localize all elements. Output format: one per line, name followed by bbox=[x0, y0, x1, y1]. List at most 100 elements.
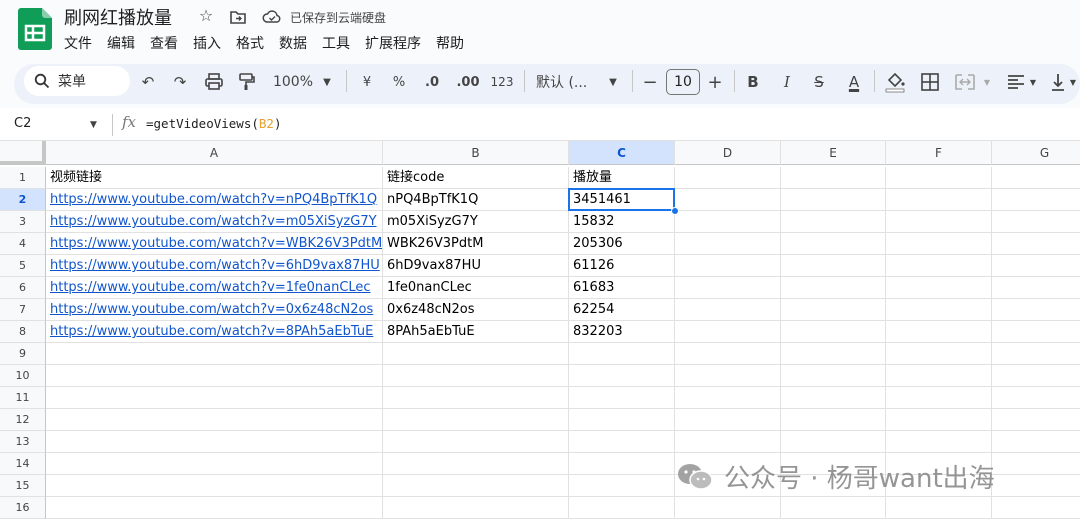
row-header[interactable]: 3 bbox=[0, 211, 46, 233]
font-family-select[interactable]: 默认 (... bbox=[536, 70, 596, 94]
cell[interactable] bbox=[675, 387, 781, 409]
cell[interactable] bbox=[675, 233, 781, 255]
column-header-g[interactable]: G bbox=[992, 141, 1080, 165]
row-header[interactable]: 7 bbox=[0, 299, 46, 321]
cell[interactable] bbox=[781, 387, 886, 409]
cell[interactable] bbox=[781, 233, 886, 255]
menu-insert[interactable]: 插入 bbox=[193, 33, 228, 55]
folder-move-icon[interactable] bbox=[229, 8, 247, 26]
column-header-c[interactable]: C bbox=[569, 141, 675, 165]
cell[interactable] bbox=[886, 365, 992, 387]
strikethrough-button[interactable]: S bbox=[810, 70, 828, 94]
paint-format-icon[interactable] bbox=[236, 70, 256, 94]
fill-color-icon[interactable] bbox=[884, 70, 906, 94]
cell[interactable] bbox=[675, 211, 781, 233]
row-header[interactable]: 4 bbox=[0, 233, 46, 255]
cell[interactable] bbox=[886, 409, 992, 431]
chevron-down-icon[interactable]: ▼ bbox=[1068, 70, 1078, 94]
cell[interactable] bbox=[781, 299, 886, 321]
cloud-saved-icon[interactable] bbox=[262, 8, 282, 26]
cell[interactable] bbox=[675, 321, 781, 343]
cell[interactable] bbox=[46, 475, 383, 497]
name-box[interactable]: C2 bbox=[14, 116, 31, 131]
cell[interactable] bbox=[992, 233, 1080, 255]
text-color-button[interactable]: A bbox=[842, 70, 866, 94]
cell[interactable] bbox=[569, 431, 675, 453]
align-left-icon[interactable] bbox=[1006, 70, 1026, 94]
sheets-logo-icon[interactable] bbox=[18, 8, 52, 50]
cell-views[interactable]: 3451461 bbox=[569, 189, 675, 211]
formula-input[interactable]: =getVideoViews(B2) bbox=[146, 116, 281, 131]
bold-button[interactable]: B bbox=[744, 70, 762, 94]
cell[interactable] bbox=[383, 497, 569, 519]
cell[interactable] bbox=[569, 497, 675, 519]
cell[interactable] bbox=[383, 453, 569, 475]
print-icon[interactable] bbox=[204, 70, 224, 94]
cell[interactable] bbox=[886, 277, 992, 299]
borders-icon[interactable] bbox=[920, 70, 940, 94]
cell-views[interactable]: 205306 bbox=[569, 233, 675, 255]
menu-data[interactable]: 数据 bbox=[279, 33, 314, 55]
currency-format-button[interactable]: ¥ bbox=[358, 70, 376, 94]
menu-help[interactable]: 帮助 bbox=[436, 33, 471, 55]
cell-video-link[interactable]: https://www.youtube.com/watch?v=0x6z48cN… bbox=[46, 299, 383, 321]
cell[interactable] bbox=[886, 211, 992, 233]
cell[interactable] bbox=[992, 387, 1080, 409]
cell[interactable] bbox=[992, 475, 1080, 497]
row-header[interactable]: 10 bbox=[0, 365, 46, 387]
cell-link-code[interactable]: m05XiSyzG7Y bbox=[383, 211, 569, 233]
fill-handle[interactable] bbox=[671, 207, 679, 215]
document-title[interactable]: 刷网红播放量 bbox=[64, 4, 172, 30]
undo-icon[interactable]: ↶ bbox=[138, 70, 158, 94]
row-header[interactable]: 15 bbox=[0, 475, 46, 497]
chevron-down-icon[interactable]: ▼ bbox=[320, 70, 334, 94]
cell-video-link[interactable]: https://www.youtube.com/watch?v=nPQ4BpTf… bbox=[46, 189, 383, 211]
number-format-button[interactable]: 123 bbox=[490, 70, 514, 94]
cell-link-code[interactable]: 8PAh5aEbTuE bbox=[383, 321, 569, 343]
cell[interactable] bbox=[675, 299, 781, 321]
cell[interactable] bbox=[675, 277, 781, 299]
cell[interactable] bbox=[886, 321, 992, 343]
menu-tools[interactable]: 工具 bbox=[322, 33, 357, 55]
star-icon[interactable]: ☆ bbox=[197, 7, 215, 25]
cell-video-link[interactable]: https://www.youtube.com/watch?v=1fe0nanC… bbox=[46, 277, 383, 299]
cell[interactable] bbox=[781, 409, 886, 431]
cell[interactable] bbox=[992, 167, 1080, 189]
cell[interactable] bbox=[992, 431, 1080, 453]
cell[interactable] bbox=[886, 343, 992, 365]
cell[interactable] bbox=[675, 365, 781, 387]
cell-video-link[interactable]: https://www.youtube.com/watch?v=6hD9vax8… bbox=[46, 255, 383, 277]
cell[interactable] bbox=[781, 343, 886, 365]
decrease-font-size-button[interactable]: − bbox=[642, 70, 658, 94]
row-header[interactable]: 5 bbox=[0, 255, 46, 277]
cell[interactable] bbox=[992, 365, 1080, 387]
vertical-align-icon[interactable] bbox=[1050, 70, 1066, 94]
column-header-e[interactable]: E bbox=[781, 141, 886, 165]
chevron-down-icon[interactable]: ▼ bbox=[90, 120, 97, 130]
cell[interactable] bbox=[886, 299, 992, 321]
font-size-input[interactable]: 10 bbox=[666, 69, 700, 95]
cell[interactable] bbox=[675, 255, 781, 277]
chevron-down-icon[interactable]: ▼ bbox=[606, 70, 620, 94]
row-header[interactable]: 16 bbox=[0, 497, 46, 519]
decrease-decimal-button[interactable]: .0 bbox=[420, 70, 444, 94]
cell[interactable] bbox=[569, 453, 675, 475]
cell[interactable] bbox=[383, 431, 569, 453]
cell[interactable] bbox=[992, 255, 1080, 277]
row-header[interactable]: 13 bbox=[0, 431, 46, 453]
row-header[interactable]: 2 bbox=[0, 189, 46, 211]
cell[interactable] bbox=[781, 189, 886, 211]
cell[interactable] bbox=[675, 497, 781, 519]
cell-views[interactable]: 832203 bbox=[569, 321, 675, 343]
zoom-select[interactable]: 100% bbox=[270, 70, 316, 94]
cell[interactable] bbox=[46, 343, 383, 365]
cell[interactable] bbox=[781, 255, 886, 277]
cell[interactable] bbox=[781, 321, 886, 343]
header-cell-link-code[interactable]: 链接code bbox=[383, 167, 569, 189]
menu-file[interactable]: 文件 bbox=[64, 33, 99, 55]
row-header[interactable]: 11 bbox=[0, 387, 46, 409]
cell-views[interactable]: 15832 bbox=[569, 211, 675, 233]
header-cell-video-link[interactable]: 视频链接 bbox=[46, 167, 383, 189]
cell[interactable] bbox=[781, 431, 886, 453]
cell[interactable] bbox=[992, 343, 1080, 365]
